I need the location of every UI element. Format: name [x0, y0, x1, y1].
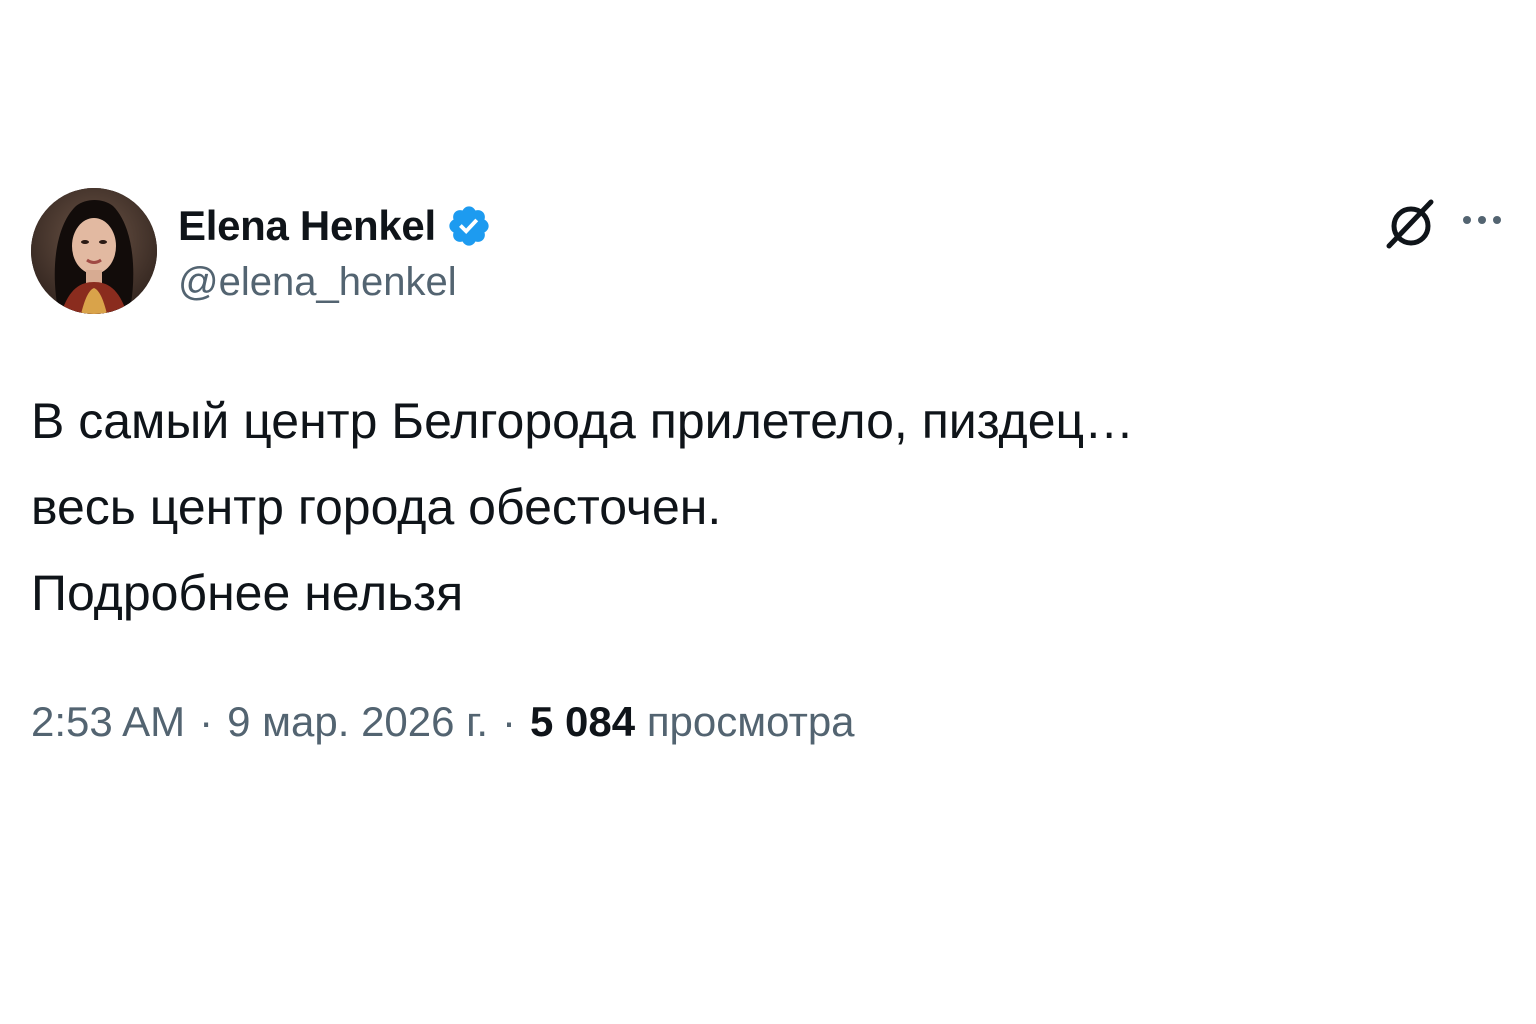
more-icon[interactable] [1460, 208, 1504, 232]
author-name[interactable]: Elena Henkel [178, 205, 436, 247]
author-handle[interactable]: @elena_henkel [178, 262, 457, 302]
tweet-line: весь центр города обесточен. [31, 479, 722, 535]
tweet-text: В самый центр Белгорода прилетело, пизде… [31, 378, 1491, 636]
views-label: просмотра [646, 698, 855, 745]
tweet-meta: 2:53 AM · 9 мар. 2026 г. · 5 084 просмотра [31, 696, 855, 748]
verified-badge-icon[interactable] [446, 203, 492, 249]
tweet-line: В самый центр Белгорода прилетело, пизде… [31, 393, 1135, 449]
author-name-row: Elena Henkel [178, 200, 492, 252]
meta-separator: · [502, 698, 517, 745]
avatar[interactable] [31, 188, 157, 314]
views-count[interactable]: 5 084 [530, 698, 635, 745]
avatar-image [31, 188, 157, 314]
tweet-time[interactable]: 2:53 AM [31, 698, 185, 745]
tweet-line: Подробнее нельзя [31, 565, 464, 621]
grok-icon[interactable] [1383, 196, 1439, 252]
tweet-card: Elena Henkel @elena_henkel В самый центр… [0, 0, 1536, 1024]
tweet-date[interactable]: 9 мар. 2026 г. [227, 698, 488, 745]
meta-separator: · [199, 698, 214, 745]
